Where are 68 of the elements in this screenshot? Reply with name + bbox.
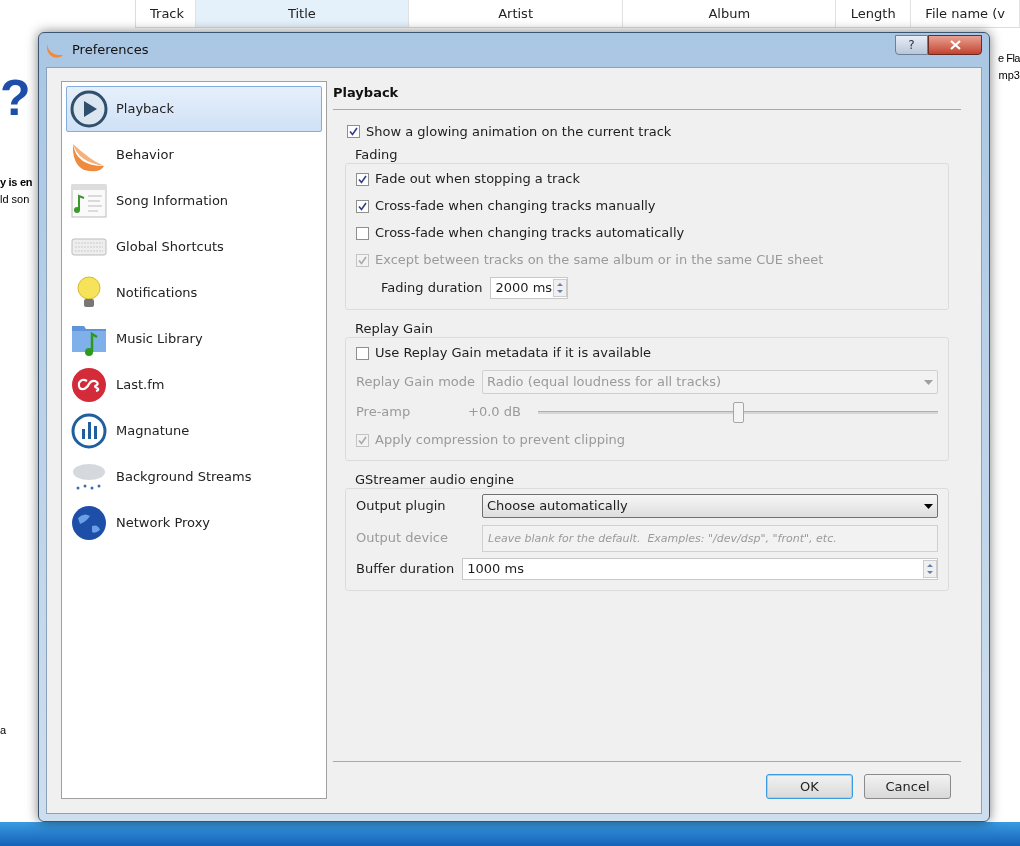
checkbox-label: Apply compression to prevent clipping <box>375 431 626 450</box>
dialog-button[interactable]: OK <box>766 774 853 799</box>
column-header[interactable]: Title <box>196 0 409 27</box>
column-header[interactable]: Album <box>623 0 837 27</box>
category-item[interactable]: Global Shortcuts <box>66 224 322 270</box>
checkbox-label: Show a glowing animation on the current track <box>366 122 672 141</box>
column-header[interactable]: Length <box>836 0 912 27</box>
column-header[interactable]: File name (v <box>911 0 1020 27</box>
field-label: Output device <box>356 529 449 548</box>
close-button[interactable] <box>928 35 982 55</box>
check-icon <box>349 127 358 136</box>
category-item[interactable]: Playback <box>66 86 322 132</box>
checkbox[interactable] <box>356 172 369 186</box>
checkbox-label: Use Replay Gain metadata if it is available <box>375 344 652 363</box>
text-fragment: y is en <box>0 175 33 190</box>
category-item[interactable]: Network Proxy <box>66 500 322 546</box>
close-icon <box>949 40 961 50</box>
dropdown-arrow-icon <box>924 379 933 385</box>
help-button[interactable]: ? <box>895 35 928 55</box>
category-item[interactable]: Music Library <box>66 316 322 362</box>
text-fragment: mp3 <box>998 67 1020 83</box>
document-music-icon <box>70 182 108 220</box>
lastfm-icon <box>70 366 108 404</box>
check-icon <box>358 174 367 184</box>
field-label: Fading duration <box>381 279 484 298</box>
spinner-arrows-icon <box>553 279 568 297</box>
dropdown-arrow-icon <box>924 503 933 509</box>
category-item[interactable]: Notifications <box>66 270 322 316</box>
question-mark: ? <box>0 72 31 124</box>
window-title: Preferences <box>72 41 149 60</box>
text-fragment: e Fla <box>998 51 1020 66</box>
equalizer-icon <box>70 412 108 450</box>
slider-reading: +0.0 dB <box>468 403 522 422</box>
group-title: Replay Gain <box>354 319 434 337</box>
dialog-button[interactable]: Cancel <box>864 774 951 799</box>
play-icon <box>70 90 108 128</box>
slider[interactable] <box>538 401 938 423</box>
category-item[interactable]: Song Information <box>66 178 322 224</box>
checkbox-label: Cross-fade when changing tracks automatically <box>375 224 685 243</box>
category-item[interactable]: Background Streams <box>66 454 322 500</box>
column-header[interactable]: Artist <box>408 0 624 27</box>
dropdown[interactable]: Choose automatically <box>482 494 938 518</box>
field-label: Output plugin <box>356 497 447 516</box>
check-icon <box>358 255 367 265</box>
checkbox-label: Cross-fade when changing tracks manually <box>375 197 656 216</box>
group-title: GStreamer audio engine <box>354 470 516 488</box>
spin-field[interactable]: 2000 ms <box>490 277 569 299</box>
group-title: Fading <box>354 145 399 163</box>
checkbox[interactable] <box>347 125 360 138</box>
check-icon <box>358 435 367 445</box>
checkbox-label: Fade out when stopping a track <box>375 170 581 189</box>
text-fragment: a <box>0 723 7 738</box>
page-title: Playback <box>333 84 400 102</box>
check-icon <box>358 201 367 211</box>
spin-field[interactable]: 1000 ms <box>462 558 938 580</box>
checkbox[interactable] <box>356 226 369 240</box>
checkbox[interactable] <box>356 346 369 360</box>
globe-icon <box>70 504 108 542</box>
category-item[interactable]: Magnatune <box>66 408 322 454</box>
spinner-arrows-icon <box>923 560 937 578</box>
field-label: Replay Gain mode <box>356 373 476 392</box>
checkbox-label: Except between tracks on the same album or in the same CUE sheet <box>375 251 824 270</box>
field-label: Pre-amp <box>356 403 412 422</box>
category-item[interactable]: Last.fm <box>66 362 322 408</box>
category-item[interactable]: Behavior <box>66 132 322 178</box>
field-label: Buffer duration <box>356 560 456 579</box>
text-fragment: ld son <box>0 191 30 207</box>
checkbox[interactable] <box>356 199 369 213</box>
